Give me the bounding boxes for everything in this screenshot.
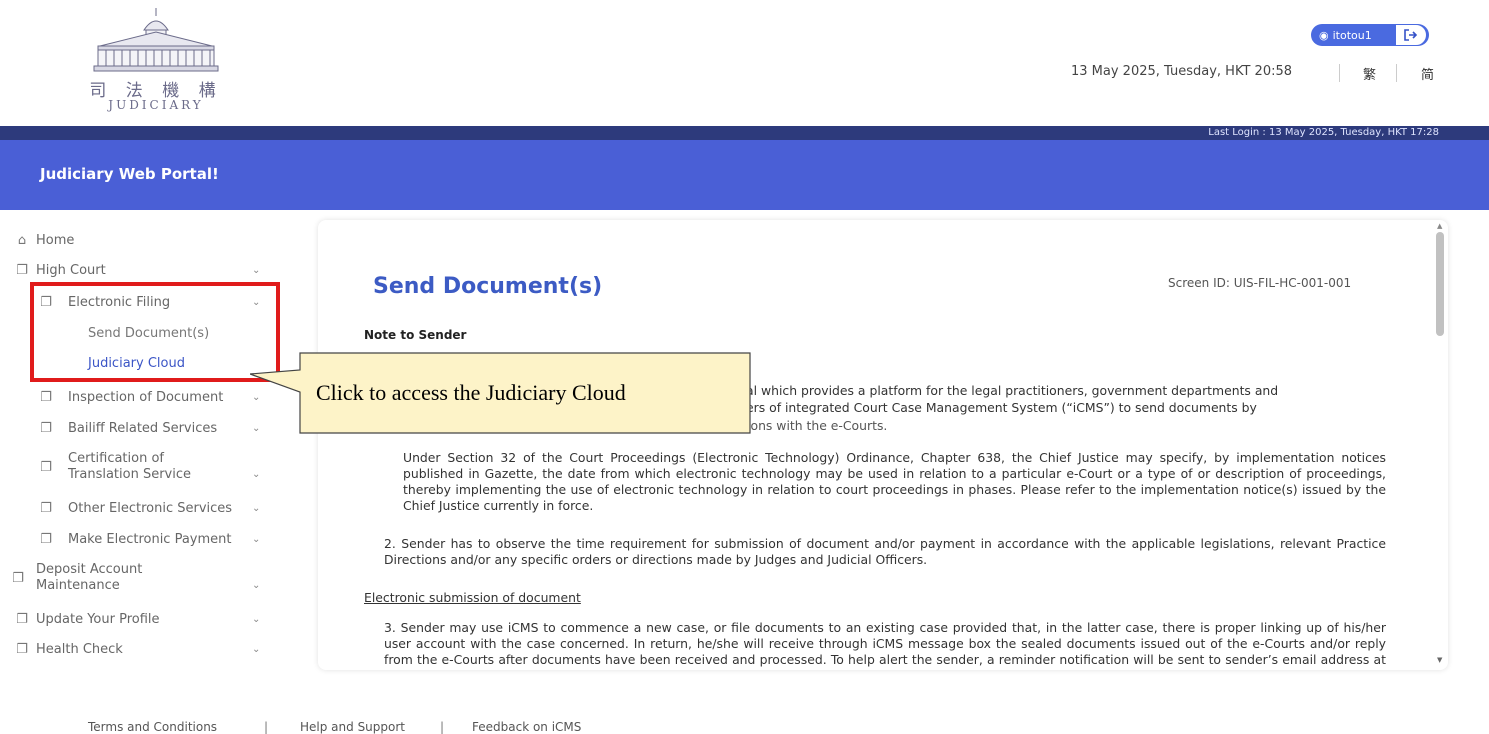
callout-tooltip: Click to access the Judiciary Cloud bbox=[250, 352, 751, 434]
username-label: itotou1 bbox=[1332, 28, 1372, 42]
chevron-down-icon: ⌄ bbox=[252, 264, 261, 276]
footer-divider: | bbox=[440, 720, 445, 734]
sidebar-item-deposit-account[interactable]: ❐ Deposit Account Maintenance ⌄ bbox=[0, 560, 270, 596]
chevron-down-icon: ⌄ bbox=[252, 643, 261, 655]
sidebar-item-label: Deposit Account bbox=[36, 562, 143, 577]
sidebar-item-label: Update Your Profile bbox=[36, 611, 160, 627]
highlight-box bbox=[30, 282, 280, 382]
sidebar-item-certification[interactable]: ❐ Certification of Translation Service ⌄ bbox=[0, 449, 270, 485]
paragraph-1-line-2: ers of integrated Court Case Management … bbox=[746, 400, 1257, 415]
sidebar-item-update-profile[interactable]: ❐ Update Your Profile ⌄ bbox=[0, 607, 270, 631]
folder-icon: ❐ bbox=[16, 611, 28, 627]
paragraph-2: 2. Sender has to observe the time requir… bbox=[384, 536, 1386, 567]
lang-traditional-chinese[interactable]: 繁 bbox=[1363, 64, 1376, 83]
sidebar-item-bailiff[interactable]: ❐ Bailiff Related Services ⌄ bbox=[0, 416, 270, 440]
footer-link-terms[interactable]: Terms and Conditions bbox=[88, 720, 217, 734]
home-icon: ⌂ bbox=[17, 232, 27, 248]
scroll-thumb[interactable] bbox=[1436, 232, 1444, 336]
footer: Terms and Conditions | Help and Support … bbox=[0, 712, 1489, 734]
folder-icon: ❐ bbox=[16, 641, 28, 657]
footer-link-help[interactable]: Help and Support bbox=[300, 720, 405, 734]
chevron-down-icon: ⌄ bbox=[252, 469, 261, 480]
sidebar-item-label: Other Electronic Services bbox=[68, 500, 233, 516]
folder-icon: ❐ bbox=[12, 570, 24, 586]
folder-icon: ❐ bbox=[40, 500, 52, 516]
sidebar-item-label: Inspection of Document bbox=[68, 389, 224, 405]
chevron-down-icon: ⌄ bbox=[252, 580, 261, 591]
note-title: Note to Sender bbox=[364, 328, 467, 342]
paragraph-1-line-1: al which provides a platform for the leg… bbox=[746, 383, 1279, 398]
folder-icon: ❐ bbox=[40, 389, 52, 405]
footer-divider: | bbox=[264, 720, 269, 734]
sidebar-item-label: Bailiff Related Services bbox=[68, 420, 218, 436]
lang-divider bbox=[1339, 64, 1340, 82]
callout-text: Click to access the Judiciary Cloud bbox=[316, 380, 626, 405]
logout-icon bbox=[1404, 29, 1418, 41]
sidebar-item-label: Certification of bbox=[68, 451, 164, 466]
folder-icon: ❐ bbox=[40, 420, 52, 436]
judiciary-logo[interactable]: 司 法 機 構 JUDICIARY bbox=[86, 8, 226, 120]
sidebar-item-label: Health Check bbox=[36, 641, 123, 657]
scroll-down-icon[interactable]: ▼ bbox=[1437, 656, 1442, 664]
scroll-up-icon[interactable]: ▲ bbox=[1437, 222, 1442, 230]
section-heading-electronic-submission: Electronic submission of document bbox=[364, 590, 581, 605]
folder-icon: ❐ bbox=[16, 262, 28, 278]
chevron-down-icon: ⌄ bbox=[252, 533, 261, 545]
chevron-down-icon: ⌄ bbox=[252, 613, 261, 625]
sidebar-item-label: High Court bbox=[36, 262, 106, 278]
header: 司 法 機 構 JUDICIARY ◉ itotou1 13 May 2025,… bbox=[0, 0, 1489, 126]
banner-title: Judiciary Web Portal! bbox=[40, 165, 219, 183]
sidebar-item-health-check[interactable]: ❐ Health Check ⌄ bbox=[0, 637, 270, 661]
last-login-text: Last Login : 13 May 2025, Tuesday, HKT 1… bbox=[1208, 127, 1439, 138]
portal-banner: Judiciary Web Portal! bbox=[0, 140, 1489, 210]
paragraph-3: 3. Sender may use iCMS to commence a new… bbox=[384, 620, 1386, 667]
page-title: Send Document(s) bbox=[373, 274, 603, 299]
content-scrollbar[interactable]: ▲ ▼ bbox=[1434, 222, 1446, 664]
sidebar-item-home[interactable]: ⌂ Home bbox=[0, 228, 270, 252]
chevron-down-icon: ⌄ bbox=[252, 502, 261, 514]
lang-divider bbox=[1396, 64, 1397, 82]
current-datetime: 13 May 2025, Tuesday, HKT 20:58 bbox=[1071, 64, 1293, 79]
sidebar-item-other-services[interactable]: ❐ Other Electronic Services ⌄ bbox=[0, 496, 270, 520]
folder-icon: ❐ bbox=[40, 459, 52, 475]
screen-id: Screen ID: UIS-FIL-HC-001-001 bbox=[1168, 276, 1352, 290]
lang-simplified-chinese[interactable]: 简 bbox=[1421, 64, 1434, 83]
sidebar-item-label: Make Electronic Payment bbox=[68, 531, 232, 547]
logo-english-text: JUDICIARY bbox=[108, 98, 204, 112]
sidebar-item-high-court[interactable]: ❐ High Court ⌄ bbox=[0, 258, 270, 282]
user-account-pill: ◉ itotou1 bbox=[1311, 24, 1429, 46]
sidebar-item-inspection[interactable]: ❐ Inspection of Document ⌄ bbox=[0, 385, 270, 409]
user-account-button[interactable]: ◉ itotou1 bbox=[1311, 29, 1395, 42]
sidebar-item-payment[interactable]: ❐ Make Electronic Payment ⌄ bbox=[0, 527, 270, 551]
logout-button[interactable] bbox=[1395, 24, 1427, 46]
footer-link-feedback[interactable]: Feedback on iCMS bbox=[472, 720, 581, 734]
sidebar-item-label: Translation Service bbox=[68, 467, 192, 482]
folder-icon: ❐ bbox=[40, 531, 52, 547]
top-bar: Last Login : 13 May 2025, Tuesday, HKT 1… bbox=[0, 126, 1489, 140]
user-circle-icon: ◉ bbox=[1319, 28, 1329, 42]
sidebar-item-label: Home bbox=[36, 232, 75, 248]
sidebar-item-label: Maintenance bbox=[36, 578, 120, 593]
paragraph-1b: Under Section 32 of the Court Proceeding… bbox=[403, 450, 1386, 513]
court-building-icon bbox=[93, 8, 219, 72]
